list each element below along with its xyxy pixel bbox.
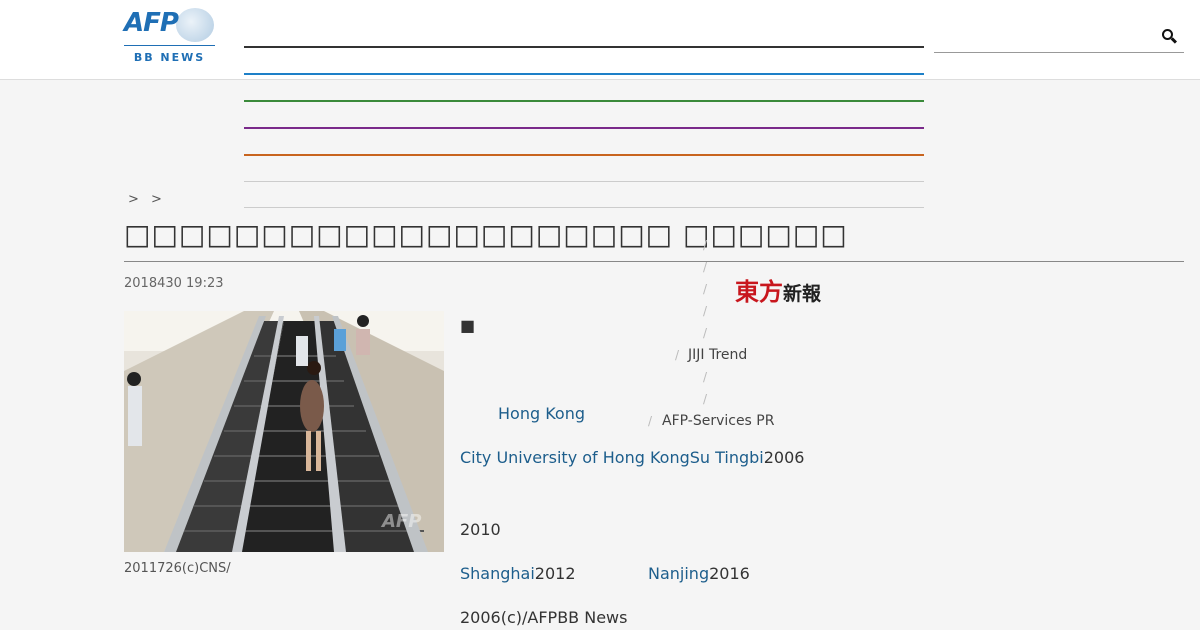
tofang-news-logo[interactable]: 東方新報	[735, 272, 821, 307]
search-box	[934, 25, 1184, 53]
search-input[interactable]	[934, 25, 1154, 52]
logo-afp-text: AFP	[124, 8, 179, 38]
nav-item-1[interactable]	[244, 46, 924, 48]
paragraph-text: 2006	[763, 448, 805, 467]
tofang-logo-red: 東方	[735, 277, 783, 306]
paragraph-2: City University of Hong KongSu Tingbi200…	[460, 448, 804, 467]
nav-item-7[interactable]	[244, 207, 924, 208]
breadcrumb-separator: >	[128, 192, 139, 207]
nav-item-5[interactable]	[244, 154, 924, 156]
nav-item-4[interactable]	[244, 127, 924, 129]
paragraph-3: 2010	[460, 520, 501, 539]
title-divider	[124, 261, 1184, 262]
search-icon[interactable]	[1162, 29, 1178, 44]
link-nanjing[interactable]: Nanjing	[648, 564, 709, 583]
breadcrumb: > >	[128, 192, 170, 207]
nav-item-2[interactable]	[244, 73, 924, 75]
logo-subtitle: BB NEWS	[133, 51, 206, 64]
link-shanghai[interactable]: Shanghai	[460, 564, 535, 583]
link-su-tingbi[interactable]: Su Tingbi	[690, 448, 764, 467]
link-city-university[interactable]: City University of Hong Kong	[460, 448, 690, 467]
breadcrumb-separator: >	[151, 192, 162, 207]
paragraph-5: 2006(c)/AFPBB News	[460, 608, 627, 627]
bullet-marker: ■	[460, 316, 476, 335]
nav-item-3[interactable]	[244, 100, 924, 102]
sidebar-separator: /	[703, 282, 708, 296]
sidebar-separator: /	[675, 348, 680, 362]
paragraph-text: 2006(c)/AFPBB News	[460, 608, 628, 627]
link-jiji-trend[interactable]: JIJI Trend	[688, 347, 747, 363]
paragraph-text: 2010	[460, 520, 501, 539]
afpbb-logo[interactable]: AFP BB NEWS	[124, 8, 216, 66]
paragraph-4: Shanghai2012	[460, 564, 576, 583]
site-header: AFP BB NEWS	[0, 0, 1200, 80]
paragraph-text: 2016	[709, 564, 750, 583]
article-photo[interactable]: AFP	[124, 311, 444, 552]
photo-caption: 2011726(c)CNS/	[124, 561, 231, 576]
logo-divider	[124, 45, 215, 46]
sidebar-separator: /	[703, 304, 708, 318]
sidebar-separator: /	[703, 326, 708, 340]
globe-icon	[176, 8, 214, 42]
sidebar-separator: /	[648, 414, 653, 428]
sidebar-separator: /	[703, 260, 708, 274]
svg-text:AFP: AFP	[380, 511, 421, 532]
article-date: 2018430 19:23	[124, 276, 224, 291]
sidebar-separator: /	[703, 392, 708, 406]
link-afp-services-pr[interactable]: AFP-Services PR	[662, 413, 774, 429]
escalator-image: AFP	[124, 311, 444, 552]
article-title: □□□□□□□□□□□□□□□□□□□□ □□□□□□	[124, 218, 848, 251]
nav-item-6[interactable]	[244, 181, 924, 182]
sidebar-separator: /	[703, 370, 708, 384]
sidebar-separator: /	[703, 238, 708, 252]
link-hong-kong[interactable]: Hong Kong	[498, 404, 585, 423]
paragraph-4b: Nanjing2016	[648, 564, 750, 583]
tofang-logo-black: 新報	[783, 283, 822, 305]
paragraph-1: Hong Kong	[498, 404, 585, 423]
paragraph-text: 2012	[534, 564, 576, 583]
